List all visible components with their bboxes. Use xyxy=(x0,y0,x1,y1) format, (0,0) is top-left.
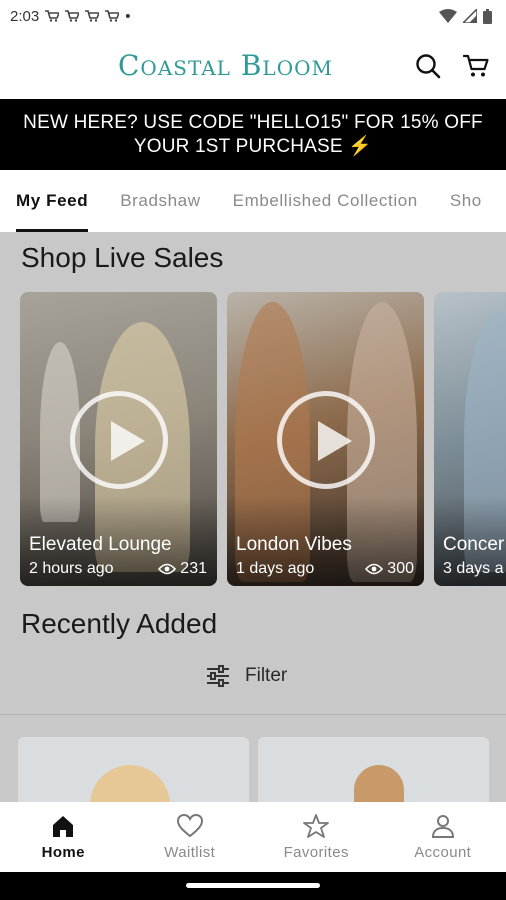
eye-icon xyxy=(158,563,177,575)
promo-line-1: NEW HERE? USE CODE "HELLO15" FOR 15% OFF xyxy=(23,112,483,133)
product-card[interactable] xyxy=(258,737,489,802)
nav-waitlist-label: Waitlist xyxy=(164,844,216,861)
feed-content: Shop Live Sales Elevated Lounge 2 hours … xyxy=(0,232,506,802)
cart-notification-icon xyxy=(85,10,100,22)
person-icon xyxy=(431,815,454,838)
signal-icon xyxy=(463,9,477,23)
search-icon[interactable] xyxy=(414,52,442,80)
cart-notification-icon xyxy=(65,10,80,22)
eye-icon xyxy=(365,563,384,575)
cart-notification-icon xyxy=(105,10,120,22)
nav-account-label: Account xyxy=(414,844,472,861)
cart-icon[interactable] xyxy=(462,52,490,80)
tab-embellished-collection[interactable]: Embellished Collection xyxy=(233,170,418,232)
heart-icon xyxy=(176,813,203,838)
tab-bradshaw[interactable]: Bradshaw xyxy=(120,170,200,232)
live-sale-time: 3 days a xyxy=(443,560,504,577)
play-button-icon[interactable] xyxy=(276,391,375,489)
sliders-icon xyxy=(207,665,229,687)
recently-added-title: Recently Added xyxy=(21,608,218,639)
product-image xyxy=(354,765,404,802)
nav-favorites-label: Favorites xyxy=(283,844,349,861)
promo-banner[interactable]: NEW HERE? USE CODE "HELLO15" FOR 15% OFF… xyxy=(0,99,506,170)
home-gesture-handle[interactable] xyxy=(186,883,320,888)
live-sale-card[interactable]: Concer 3 days a xyxy=(434,292,506,586)
status-right xyxy=(439,8,492,24)
live-sale-title: Concer xyxy=(443,534,505,555)
live-sale-card[interactable]: Elevated Lounge 2 hours ago 231 xyxy=(20,292,217,586)
status-left: 2:03 • xyxy=(10,8,130,25)
play-button-icon[interactable] xyxy=(69,391,168,489)
live-sale-card[interactable]: London Vibes 1 days ago 300 xyxy=(227,292,424,586)
nav-favorites[interactable]: Favorites xyxy=(261,813,371,861)
app-header: Coastal Bloom xyxy=(0,32,506,99)
home-icon xyxy=(53,816,74,837)
view-count: 300 xyxy=(365,560,414,578)
category-tabs: My Feed Bradshaw Embellished Collection … xyxy=(0,170,506,232)
product-image xyxy=(90,765,170,802)
tab-shop-partial[interactable]: Sho xyxy=(450,170,482,232)
header-actions xyxy=(414,52,490,80)
star-icon xyxy=(303,814,330,838)
battery-icon xyxy=(483,8,492,24)
product-card[interactable] xyxy=(18,737,249,802)
view-count-value: 300 xyxy=(387,560,414,577)
status-dot: • xyxy=(125,7,131,25)
tab-my-feed[interactable]: My Feed xyxy=(16,170,89,232)
live-sale-time: 2 hours ago xyxy=(29,560,114,577)
gesture-bar xyxy=(0,872,506,900)
live-sale-title: London Vibes xyxy=(236,534,352,555)
filter-button[interactable]: Filter xyxy=(205,664,287,688)
bottom-navigation: Home Waitlist Favorites Account xyxy=(0,802,506,872)
wifi-icon xyxy=(439,9,457,23)
live-sales-title: Shop Live Sales xyxy=(21,242,224,273)
brand-logo[interactable]: Coastal Bloom xyxy=(118,49,333,82)
view-count-value: 231 xyxy=(180,560,207,577)
view-count: 231 xyxy=(158,560,207,578)
promo-line-2: YOUR 1ST PURCHASE ⚡ xyxy=(133,136,373,157)
status-time: 2:03 xyxy=(10,7,40,25)
nav-home-label: Home xyxy=(41,844,85,861)
live-sale-title: Elevated Lounge xyxy=(29,534,172,555)
nav-waitlist[interactable]: Waitlist xyxy=(135,813,245,861)
status-bar: 2:03 • xyxy=(0,0,506,32)
filter-label: Filter xyxy=(245,665,288,686)
live-sale-time: 1 days ago xyxy=(236,560,315,577)
nav-account[interactable]: Account xyxy=(388,813,498,861)
nav-home[interactable]: Home xyxy=(8,813,118,861)
cart-notification-icon xyxy=(45,10,60,22)
section-divider xyxy=(0,714,506,715)
